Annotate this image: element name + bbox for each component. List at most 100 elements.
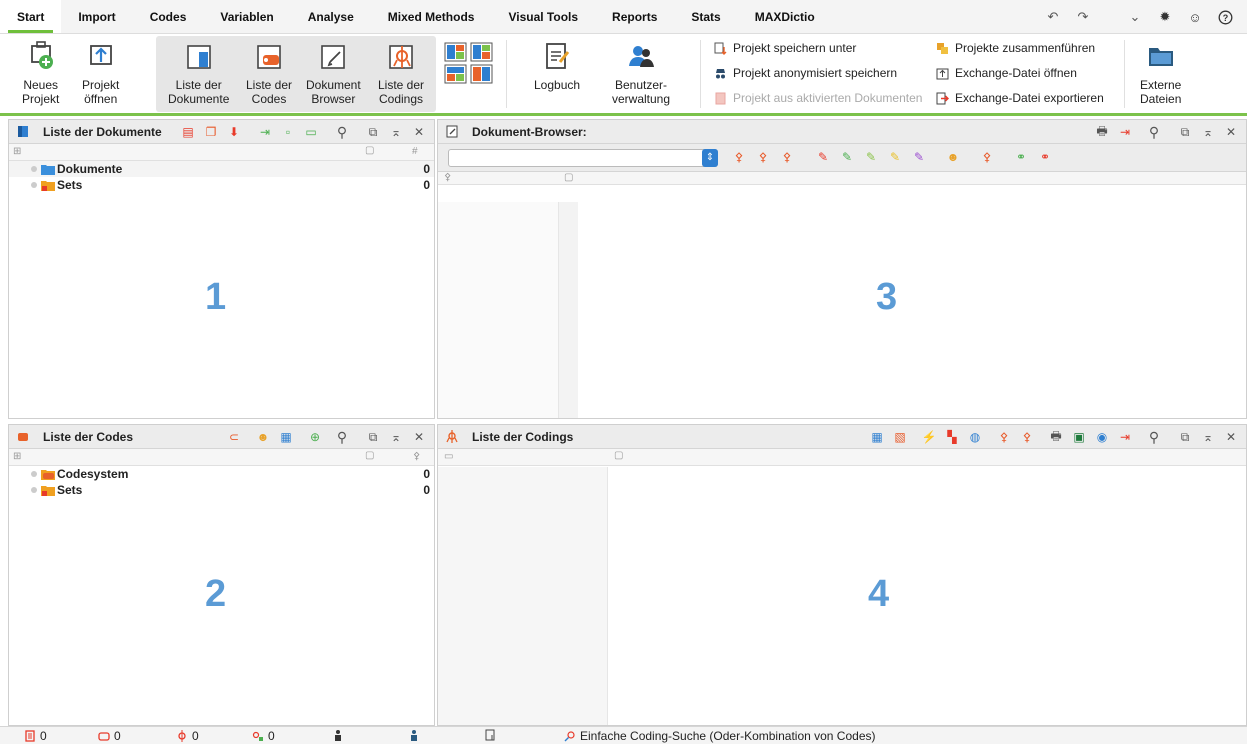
collapse-icon[interactable]: ⌅ bbox=[1201, 430, 1215, 444]
smiley-icon[interactable]: ☺ bbox=[1187, 9, 1203, 25]
search-icon[interactable]: ⚲ bbox=[1147, 429, 1161, 445]
count-column-header: # bbox=[412, 146, 418, 157]
close-icon[interactable]: ✕ bbox=[412, 430, 426, 444]
tab-maxdictio[interactable]: MAXDictio bbox=[738, 0, 832, 33]
status-user-black[interactable] bbox=[332, 729, 344, 741]
tree-row-dokumente[interactable]: Dokumente 0 bbox=[9, 161, 434, 177]
document-filter-icon[interactable]: ⬇ bbox=[227, 125, 241, 139]
search-icon[interactable]: ⚲ bbox=[335, 429, 349, 445]
document-select[interactable]: ⇕ bbox=[448, 149, 718, 167]
coding-column-icon: ⚴ bbox=[444, 172, 452, 183]
layout-grid-icon[interactable] bbox=[444, 42, 494, 84]
project-from-activated-button[interactable]: Projekt aus aktivierten Dokumenten bbox=[714, 91, 922, 105]
help-icon[interactable]: ? bbox=[1217, 9, 1233, 25]
chevron-down-icon[interactable]: ⌄ bbox=[1127, 9, 1143, 25]
highlighter-green-icon[interactable]: ✎ bbox=[840, 150, 854, 164]
undock-icon[interactable]: ⧉ bbox=[1178, 430, 1192, 444]
code-plus-icon[interactable]: ⚴ bbox=[780, 150, 794, 164]
link-add-icon[interactable]: ⚭ bbox=[1014, 150, 1028, 164]
highlighter-lime-icon[interactable]: ✎ bbox=[864, 150, 878, 164]
collapse-icon[interactable]: ⌅ bbox=[389, 430, 403, 444]
link-remove-icon[interactable]: ⚭ bbox=[1038, 150, 1052, 164]
tab-mixed-methods[interactable]: Mixed Methods bbox=[371, 0, 492, 33]
code-list-button[interactable]: Liste der Codes bbox=[246, 40, 292, 106]
tab-visual-tools[interactable]: Visual Tools bbox=[491, 0, 595, 33]
tab-reports[interactable]: Reports bbox=[595, 0, 674, 33]
new-project-button[interactable]: Neues Projekt bbox=[22, 40, 59, 106]
close-icon[interactable]: ✕ bbox=[1224, 430, 1238, 444]
tab-analyse[interactable]: Analyse bbox=[291, 0, 371, 33]
status-document-import[interactable] bbox=[484, 729, 496, 741]
open-exchange-file-button[interactable]: Exchange-Datei öffnen bbox=[936, 66, 1077, 80]
status-documents[interactable]: 0 bbox=[24, 729, 47, 743]
close-icon[interactable]: ✕ bbox=[412, 125, 426, 139]
overview-icon[interactable]: ▧ bbox=[893, 430, 907, 444]
external-files-button[interactable]: Externe Dateien bbox=[1140, 40, 1181, 106]
undock-icon[interactable]: ⧉ bbox=[1178, 125, 1192, 139]
export-exchange-file-button[interactable]: Exchange-Datei exportieren bbox=[936, 91, 1104, 105]
new-code-icon[interactable]: ⚴ bbox=[1020, 430, 1034, 444]
export-icon[interactable]: ⇥ bbox=[1118, 125, 1132, 139]
undo-icon[interactable]: ↶ bbox=[1045, 9, 1061, 25]
merge-projects-button[interactable]: Projekte zusammenführen bbox=[936, 41, 1095, 55]
emoticode-icon[interactable]: ☻ bbox=[256, 430, 270, 444]
code-tags-icon[interactable]: ⊂ bbox=[227, 430, 241, 444]
new-code-icon[interactable]: ⊕ bbox=[308, 430, 322, 444]
undock-icon[interactable]: ⧉ bbox=[366, 125, 380, 139]
save-project-as-button[interactable]: Projekt speichern unter bbox=[714, 41, 856, 55]
document-list-button[interactable]: Liste der Dokumente bbox=[168, 40, 229, 106]
status-weighted[interactable]: 0 bbox=[252, 729, 275, 743]
document-browser-title: Dokument-Browser: bbox=[472, 124, 587, 139]
collapse-icon[interactable]: ⌅ bbox=[389, 125, 403, 139]
gear-icon[interactable]: ✹ bbox=[1157, 9, 1173, 25]
excel-icon[interactable]: ▣ bbox=[1072, 430, 1086, 444]
status-codings[interactable]: 0 bbox=[176, 729, 199, 743]
save-anonymized-button[interactable]: Projekt anonymisiert speichern bbox=[714, 66, 897, 80]
code-matrix-icon[interactable]: ▚ bbox=[945, 430, 959, 444]
print-icon[interactable]: 🖶 bbox=[1049, 429, 1063, 444]
new-folder-icon[interactable]: ▭ bbox=[304, 125, 318, 139]
redo-icon[interactable]: ↷ bbox=[1075, 9, 1091, 25]
tree-row-codesystem[interactable]: Codesystem 0 bbox=[9, 466, 434, 482]
new-code-icon[interactable]: ⚴ bbox=[756, 150, 770, 164]
tab-stats[interactable]: Stats bbox=[674, 0, 737, 33]
code-weight-icon[interactable]: ⚴ bbox=[980, 150, 994, 164]
user-management-button[interactable]: Benutzer- verwaltung bbox=[612, 40, 670, 106]
code-icon[interactable]: ⚴ bbox=[997, 430, 1011, 444]
highlighter-yellow-icon[interactable]: ✎ bbox=[888, 150, 902, 164]
highlighter-purple-icon[interactable]: ✎ bbox=[912, 150, 926, 164]
new-document-icon[interactable]: ▫ bbox=[281, 125, 295, 139]
code-icon[interactable]: ⚴ bbox=[732, 150, 746, 164]
emoticode-icon[interactable]: ☻ bbox=[946, 150, 960, 164]
document-icon bbox=[715, 92, 726, 104]
copy-documents-icon[interactable]: ❐ bbox=[204, 125, 218, 139]
undock-icon[interactable]: ⧉ bbox=[366, 430, 380, 444]
export-icon[interactable]: ⇥ bbox=[1118, 430, 1132, 444]
status-codes[interactable]: 0 bbox=[98, 729, 121, 743]
document-browser-button[interactable]: Dokument Browser bbox=[306, 40, 361, 106]
documents-red-icon[interactable]: ▤ bbox=[181, 125, 195, 139]
coding-list-button[interactable]: Liste der Codings bbox=[378, 40, 424, 106]
web-export-icon[interactable]: ◉ bbox=[1095, 430, 1109, 444]
smart-coding-icon[interactable]: ⚡ bbox=[922, 430, 937, 444]
status-coding-search[interactable]: Einfache Coding-Suche (Oder-Kombination … bbox=[564, 729, 876, 743]
highlighter-red-icon[interactable]: ✎ bbox=[816, 150, 830, 164]
import-icon[interactable]: ⇥ bbox=[258, 125, 272, 139]
open-project-button[interactable]: Projekt öffnen bbox=[82, 40, 119, 106]
print-icon[interactable]: 🖶 bbox=[1095, 124, 1109, 139]
text-search-icon[interactable]: ◍ bbox=[968, 430, 982, 444]
tree-row-sets[interactable]: Sets 0 bbox=[9, 482, 434, 498]
search-icon[interactable]: ⚲ bbox=[335, 124, 349, 140]
search-icon[interactable]: ⚲ bbox=[1147, 124, 1161, 140]
collapse-icon[interactable]: ⌅ bbox=[1201, 125, 1215, 139]
close-icon[interactable]: ✕ bbox=[1224, 125, 1238, 139]
tab-start[interactable]: Start bbox=[0, 0, 62, 33]
tab-variablen[interactable]: Variablen bbox=[203, 0, 290, 33]
table-icon[interactable]: ▦ bbox=[279, 430, 293, 444]
tab-import[interactable]: Import bbox=[61, 0, 132, 33]
tab-codes[interactable]: Codes bbox=[133, 0, 204, 33]
table-icon[interactable]: ▦ bbox=[870, 430, 884, 444]
tree-row-sets[interactable]: Sets 0 bbox=[9, 177, 434, 193]
logbook-button[interactable]: Logbuch bbox=[534, 40, 580, 92]
status-user-blue[interactable] bbox=[408, 729, 420, 741]
